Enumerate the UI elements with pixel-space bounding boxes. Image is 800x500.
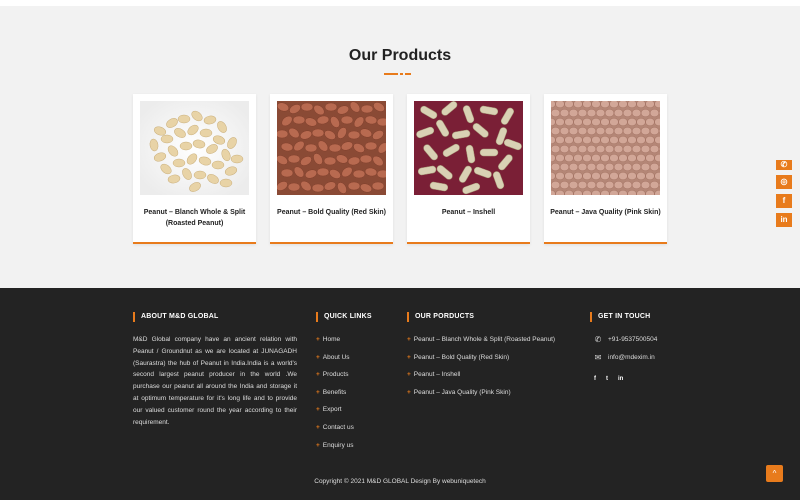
pink-skin-peanuts-image[interactable] (551, 101, 660, 195)
product-name[interactable]: Peanut – Bold Quality (Red Skin) (274, 207, 389, 218)
footer-product-link[interactable]: + Peanut – Blanch Whole & Split (Roasted … (407, 335, 555, 353)
product-name[interactable]: Peanut – Inshell (411, 207, 526, 218)
product-card[interactable]: Peanut – Bold Quality (Red Skin) (270, 94, 393, 244)
quick-links-title: QUICK LINKS (316, 312, 372, 322)
twitter-icon[interactable]: t (606, 376, 608, 382)
title-underline (384, 73, 412, 76)
whatsapp-icon[interactable]: ◎ (776, 175, 792, 189)
quick-link-enquiry[interactable]: + Enquiry us (316, 441, 354, 459)
site-footer: ABOUT M&D GLOBAL M&D Global company have… (0, 288, 800, 500)
footer-product-link[interactable]: + Peanut – Java Quality (Pink Skin) (407, 388, 555, 406)
our-products-title: OUR PORDUCTS (407, 312, 474, 322)
footer-product-link[interactable]: + Peanut – Inshell (407, 370, 555, 388)
section-title: Our Products (348, 47, 452, 64)
phone-icon: ✆ (594, 335, 602, 344)
footer-product-link[interactable]: + Peanut – Bold Quality (Red Skin) (407, 353, 555, 371)
products-section: Our Products Peanut – Blanch Whole & Spl… (0, 6, 800, 288)
phone-icon[interactable]: ✆ (776, 160, 792, 170)
product-name[interactable]: Peanut – Java Quality (Pink Skin) (548, 207, 663, 218)
quick-link-benefits[interactable]: + Benefits (316, 388, 354, 406)
quick-link-export[interactable]: + Export (316, 405, 354, 423)
product-name[interactable]: Peanut – Blanch Whole & Split (Roasted P… (137, 207, 252, 229)
product-card[interactable]: Peanut – Inshell (407, 94, 530, 244)
quick-link-contact[interactable]: + Contact us (316, 423, 354, 441)
get-in-touch-title: GET IN TOUCH (590, 312, 650, 322)
contact-phone[interactable]: ✆ +91-9537500504 (592, 335, 658, 344)
product-card[interactable]: Peanut – Java Quality (Pink Skin) (544, 94, 667, 244)
red-skin-peanuts-image[interactable] (277, 101, 386, 195)
scroll-to-top-button[interactable]: ^ (766, 465, 783, 482)
blanched-peanuts-image[interactable] (140, 101, 249, 195)
about-text: M&D Global company have an ancient relat… (133, 336, 297, 426)
product-card[interactable]: Peanut – Blanch Whole & Split (Roasted P… (133, 94, 256, 244)
quick-link-products[interactable]: + Products (316, 370, 354, 388)
quick-link-home[interactable]: + Home (316, 335, 354, 353)
linkedin-icon[interactable]: in (618, 376, 623, 382)
facebook-icon[interactable]: f (594, 376, 596, 382)
facebook-icon[interactable]: f (776, 194, 792, 208)
footer-social: f t in (594, 376, 623, 382)
quick-links-list: + Home + About Us + Products + Benefits + Exp… (316, 335, 354, 458)
inshell-peanuts-image[interactable] (414, 101, 523, 195)
linkedin-icon[interactable]: in (776, 213, 792, 227)
contact-email[interactable]: ✉ info@mdexim.in (592, 353, 655, 362)
about-title: ABOUT M&D GLOBAL (133, 312, 218, 322)
our-products-list: + Peanut – Blanch Whole & Split (Roasted … (407, 335, 555, 405)
quick-link-about[interactable]: + About Us (316, 353, 354, 371)
copyright-text: Copyright © 2021 M&D GLOBAL Design By we… (314, 478, 486, 485)
envelope-icon: ✉ (594, 353, 602, 362)
